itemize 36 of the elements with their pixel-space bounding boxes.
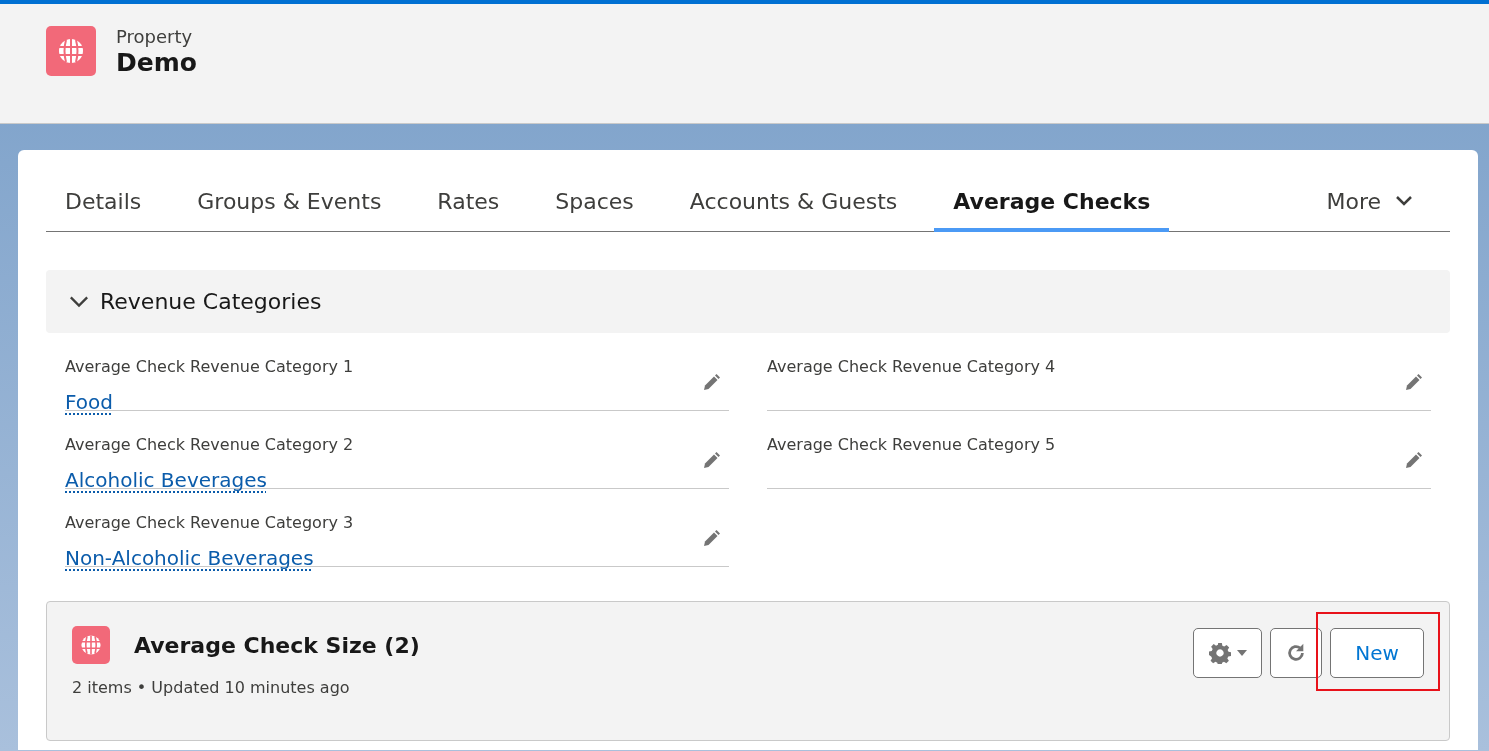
tab[interactable]: Rates	[418, 174, 519, 232]
pencil-icon[interactable]	[701, 451, 721, 471]
settings-icon	[1208, 642, 1231, 664]
tab[interactable]: Groups & Events	[178, 174, 401, 232]
field-label: Average Check Revenue Category 5	[767, 434, 1057, 456]
tab[interactable]: Spaces	[536, 174, 653, 232]
field-label: Average Check Revenue Category 4	[767, 356, 1057, 378]
related-list-meta: 2 items • Updated 10 minutes ago	[72, 677, 351, 699]
pencil-icon[interactable]	[701, 529, 721, 549]
section-title: Revenue Categories	[100, 288, 322, 316]
new-button[interactable]: New	[1330, 628, 1424, 678]
tab[interactable]: Average Checks	[934, 174, 1170, 232]
field-value-link[interactable]: Non-Alcoholic Beverages	[65, 543, 314, 573]
tab[interactable]: Accounts & Guests	[670, 174, 917, 232]
globe-icon	[46, 26, 96, 76]
pencil-icon[interactable]	[701, 373, 721, 393]
pencil-icon[interactable]	[1403, 373, 1423, 393]
field-value-link[interactable]: Food	[65, 387, 113, 417]
record-title: Demo	[116, 47, 197, 78]
object-type-label: Property	[116, 26, 194, 48]
globe-icon	[72, 626, 110, 664]
field-label: Average Check Revenue Category 3	[65, 512, 355, 534]
chevron-down-icon	[1395, 195, 1413, 207]
tab[interactable]: Details	[46, 174, 161, 232]
field-value-link[interactable]: Alcoholic Beverages	[65, 465, 267, 495]
related-list-title: Average Check Size (2)	[134, 631, 420, 660]
refresh-button[interactable]	[1270, 628, 1322, 678]
more-tab[interactable]: More	[1307, 174, 1432, 232]
chevron-down-icon	[68, 294, 90, 309]
field-label: Average Check Revenue Category 1	[65, 356, 355, 378]
field-label: Average Check Revenue Category 2	[65, 434, 355, 456]
pencil-icon[interactable]	[1403, 451, 1423, 471]
refresh-icon	[1285, 642, 1307, 664]
caret-down-icon	[1236, 650, 1247, 656]
settings-menu-button[interactable]	[1193, 628, 1262, 678]
section-header[interactable]: Revenue Categories	[46, 270, 1450, 333]
